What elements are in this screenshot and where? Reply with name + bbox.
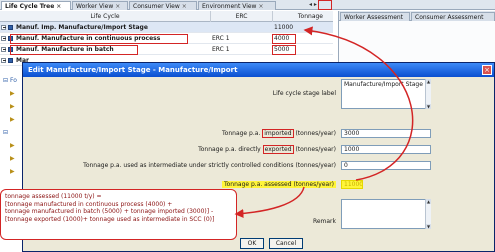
remark-label: Remark bbox=[312, 218, 336, 225]
close-icon[interactable]: × bbox=[56, 3, 61, 10]
table-row[interactable]: Manuf. Imp. Manufacture/Import Stage 110… bbox=[0, 22, 333, 33]
row-label: Manuf. Imp. Manufacture/Import Stage bbox=[16, 24, 148, 31]
tab-label: Life Cycle Tree bbox=[5, 3, 55, 10]
tonnage-highlight-box bbox=[272, 34, 296, 44]
tab-worker-assessment[interactable]: Worker Assessment bbox=[340, 12, 410, 21]
row-erc: ERC 1 bbox=[212, 46, 230, 53]
tree-arrow-icon[interactable]: ▶ bbox=[10, 90, 15, 97]
annotation-line: [tonnage exported (1000)+ tonnage used a… bbox=[5, 215, 215, 223]
tab-consumer-view[interactable]: Consumer View × bbox=[129, 1, 197, 10]
tree-arrow-icon[interactable]: ▶ bbox=[10, 116, 15, 123]
row-highlight-box bbox=[10, 34, 188, 44]
stage-icon bbox=[8, 25, 13, 30]
annotation-line: tonnage manufactured in batch (5000) + t… bbox=[5, 208, 214, 216]
label-part: (tonnes/year) bbox=[293, 146, 336, 153]
annotation-line: tonnage assessed (11000 t/y) = bbox=[5, 193, 102, 200]
ok-button[interactable]: OK bbox=[240, 238, 264, 249]
minimize-maximize-highlight bbox=[318, 0, 332, 10]
tab-scroll-arrows-icon[interactable]: ◂ ▸ bbox=[309, 1, 317, 9]
scrollbar[interactable]: ▲ ▼ bbox=[425, 199, 431, 229]
stage-label-label: Life cycle stage label bbox=[272, 90, 336, 97]
scroll-down-icon[interactable]: ▼ bbox=[426, 104, 431, 109]
table-header: Life Cycle ERC Tonnage bbox=[0, 11, 333, 22]
close-icon[interactable]: × bbox=[482, 65, 492, 75]
column-header-tonnage[interactable]: Tonnage bbox=[272, 11, 333, 22]
collapse-icon[interactable] bbox=[1, 58, 6, 63]
scrollbar[interactable]: ▲ ▼ bbox=[425, 79, 431, 109]
scroll-up-icon[interactable]: ▲ bbox=[426, 199, 431, 204]
tab-worker-view[interactable]: Worker View × bbox=[72, 1, 128, 10]
stage-icon bbox=[8, 58, 13, 63]
annotation-line: [tonnage manufactured in continuous proc… bbox=[5, 200, 173, 208]
tab-label: Environment View bbox=[202, 3, 257, 10]
column-header-erc[interactable]: ERC bbox=[210, 11, 272, 22]
label-part: (tonnes/year) bbox=[293, 130, 336, 137]
tree-arrow-icon[interactable]: ▶ bbox=[10, 103, 15, 110]
collapse-icon[interactable] bbox=[1, 47, 6, 52]
tonnage-intermediate-input[interactable]: 0 bbox=[341, 161, 431, 170]
remark-field[interactable] bbox=[341, 199, 431, 229]
expand-icon[interactable]: ⊟ bbox=[3, 129, 8, 136]
row-tonnage: 11000 bbox=[274, 24, 294, 31]
view-tab-bar: Life Cycle Tree × Worker View × Consumer V… bbox=[0, 0, 495, 10]
close-icon[interactable]: × bbox=[258, 3, 263, 10]
tab-label: Worker View bbox=[76, 3, 114, 10]
dialog-title: Edit Manufacture/Import Stage - Manufact… bbox=[23, 63, 494, 77]
tab-consumer-assessment[interactable]: Consumer Assessment bbox=[411, 12, 495, 21]
collapse-icon[interactable] bbox=[1, 36, 6, 41]
tonnage-assessed-value: 11000 bbox=[341, 180, 363, 189]
collapse-icon[interactable] bbox=[1, 25, 6, 30]
tonnage-highlight-box bbox=[272, 45, 296, 55]
tab-environment-view[interactable]: Environment View × bbox=[198, 1, 276, 10]
tonnage-exported-label: Tonnage p.a. directly exported (tonnes/y… bbox=[198, 145, 336, 154]
tree-arrow-icon[interactable]: ▶ bbox=[10, 168, 15, 175]
assessment-tab-bar: Worker Assessment Consumer Assessment bbox=[339, 11, 495, 21]
tree-arrow-icon[interactable]: ▶ bbox=[10, 142, 15, 149]
stage-label-value: Manufacture/Import Stage bbox=[344, 81, 423, 88]
tonnage-exported-input[interactable]: 1000 bbox=[341, 145, 431, 154]
tonnage-imported-input[interactable]: 3000 bbox=[341, 129, 431, 138]
tonnage-assessed-label: Tonnage p.a. assessed (tonnes/year) bbox=[221, 181, 336, 188]
cancel-button[interactable]: Cancel bbox=[269, 238, 303, 249]
imported-highlight: imported bbox=[262, 129, 294, 138]
row-highlight-box bbox=[10, 45, 138, 55]
tonnage-imported-label: Tonnage p.a. imported (tonnes/year) bbox=[222, 129, 336, 138]
expand-icon[interactable]: ⊟ bbox=[3, 77, 8, 84]
stage-label-field[interactable]: Manufacture/Import Stage bbox=[341, 79, 431, 109]
label-part: Tonnage p.a. directly bbox=[198, 146, 263, 153]
close-icon[interactable]: × bbox=[182, 3, 187, 10]
scroll-down-icon[interactable]: ▼ bbox=[426, 224, 431, 229]
row-erc: ERC 1 bbox=[212, 35, 230, 42]
column-header-life-cycle[interactable]: Life Cycle bbox=[0, 11, 210, 22]
tree-arrow-icon[interactable]: ▶ bbox=[10, 155, 15, 162]
tonnage-intermediate-label: Tonnage p.a. used as intermediate under … bbox=[83, 162, 336, 169]
formula-annotation: tonnage assessed (11000 t/y) = [tonnage … bbox=[0, 189, 237, 240]
tab-label: Consumer View bbox=[133, 3, 180, 10]
label-part: Tonnage p.a. bbox=[222, 130, 263, 137]
scroll-up-icon[interactable]: ▲ bbox=[426, 79, 431, 84]
tree-node-partial[interactable]: ⊟ Fo bbox=[3, 77, 17, 84]
tab-life-cycle-tree[interactable]: Life Cycle Tree × bbox=[1, 1, 71, 10]
tree-node-label: Fo bbox=[9, 77, 17, 84]
exported-highlight: exported bbox=[262, 145, 294, 154]
close-icon[interactable]: × bbox=[115, 3, 120, 10]
